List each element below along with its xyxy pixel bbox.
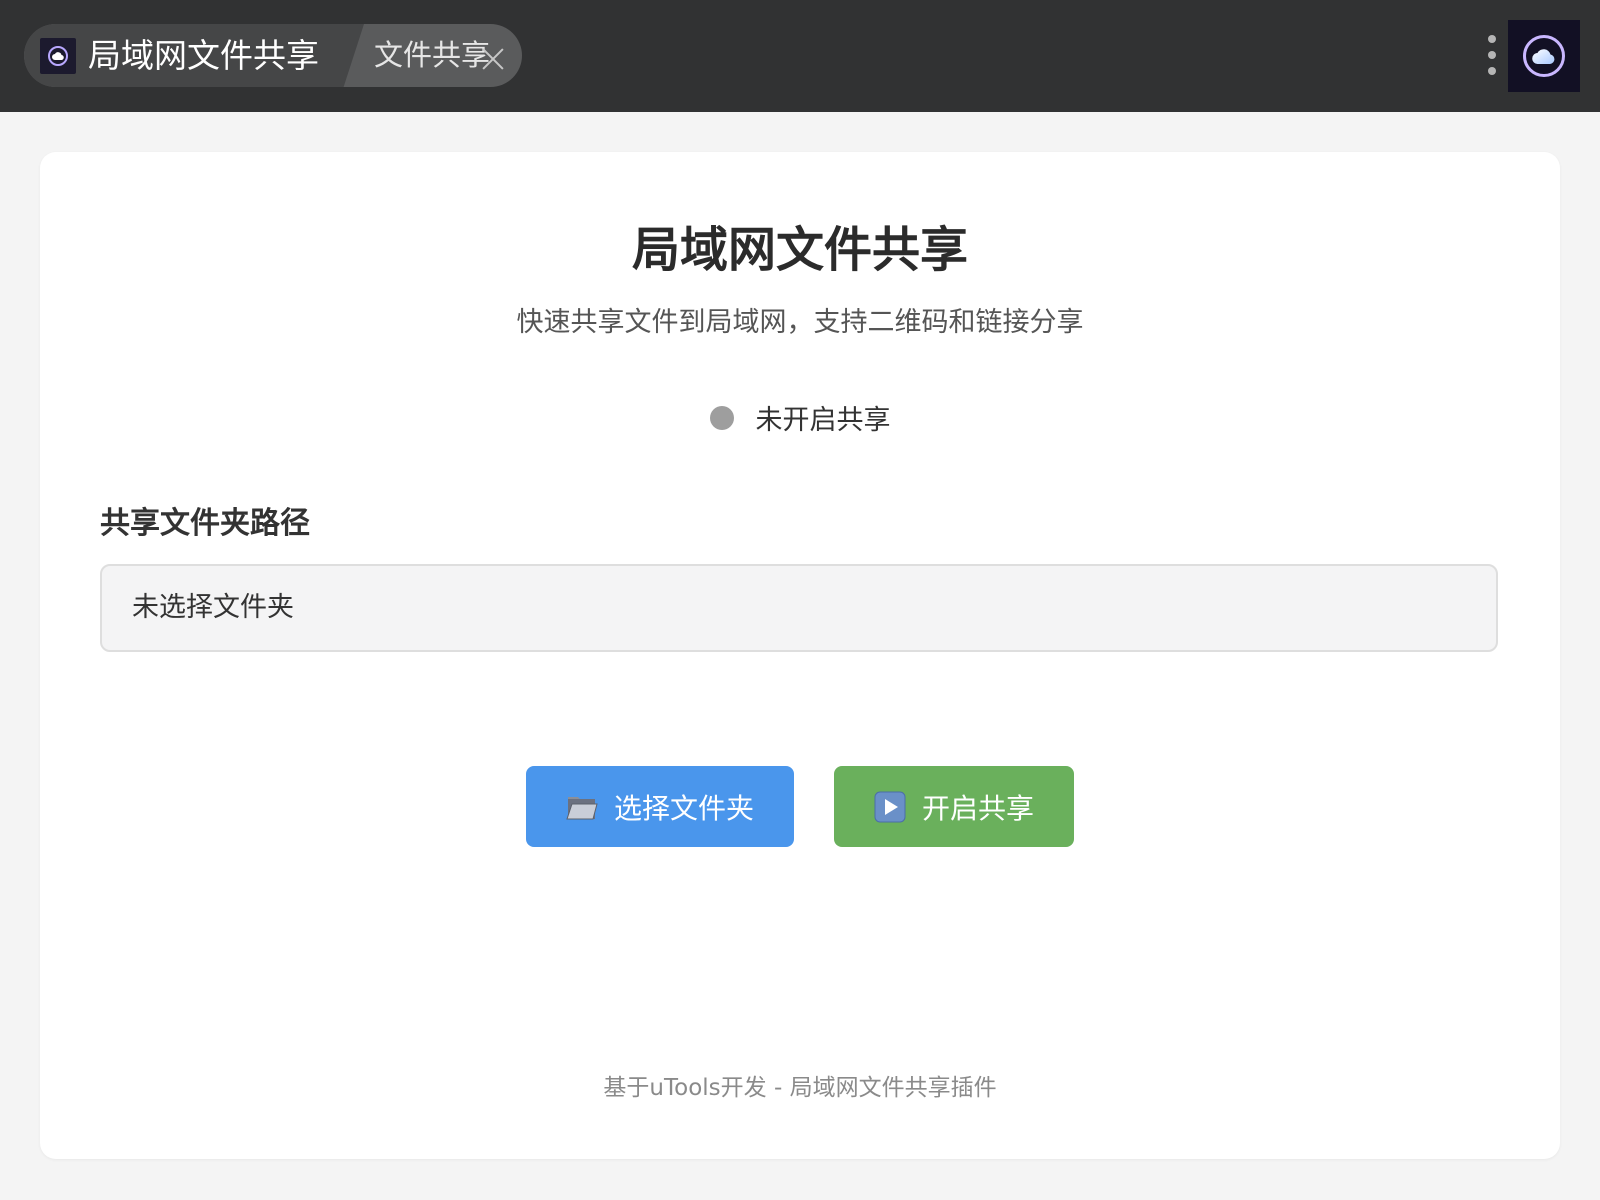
tab-main[interactable]: 局域网文件共享	[24, 24, 364, 87]
share-status: 未开启共享	[40, 398, 1560, 437]
folder-path-field: 未选择文件夹	[100, 564, 1498, 652]
page-subtitle: 快速共享文件到局域网，支持二维码和链接分享	[516, 307, 1084, 338]
page-title: 局域网文件共享	[631, 222, 968, 278]
tab-title: 局域网文件共享	[88, 36, 319, 75]
tab-sub-title[interactable]: 文件共享	[374, 24, 490, 87]
cloud-icon	[40, 38, 76, 74]
play-icon	[874, 791, 906, 823]
tab-group: 局域网文件共享 文件共享	[24, 24, 522, 87]
folder-path-label: 共享文件夹路径	[100, 506, 310, 541]
select-folder-button[interactable]: 选择文件夹	[526, 766, 794, 847]
title-bar: 局域网文件共享 文件共享	[0, 0, 1600, 112]
more-vertical-icon[interactable]	[1484, 32, 1500, 78]
footer-text: 基于uTools开发 - 局域网文件共享插件	[603, 1075, 997, 1101]
start-sharing-label: 开启共享	[921, 791, 1034, 825]
status-text: 未开启共享	[755, 405, 891, 436]
main-card: 局域网文件共享 快速共享文件到局域网，支持二维码和链接分享 未开启共享 共享文件…	[40, 152, 1560, 1159]
start-sharing-button[interactable]: 开启共享	[834, 766, 1074, 847]
status-indicator-dot	[709, 405, 734, 430]
select-folder-label: 选择文件夹	[613, 791, 754, 825]
folder-icon	[566, 793, 598, 821]
cloud-icon	[1523, 35, 1565, 77]
close-icon[interactable]	[478, 44, 508, 74]
plugin-logo[interactable]	[1508, 20, 1580, 92]
